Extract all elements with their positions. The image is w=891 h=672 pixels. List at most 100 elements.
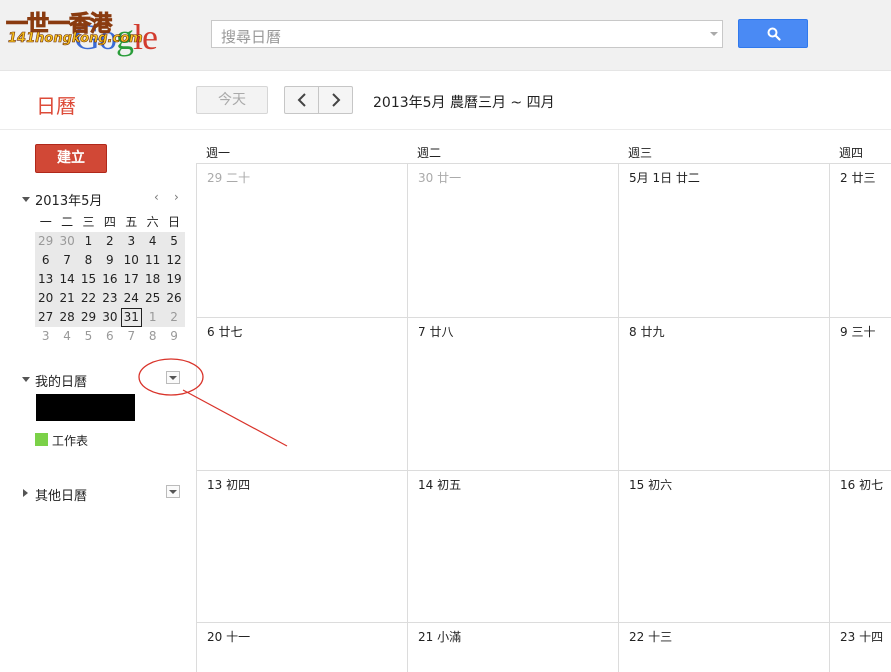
day-label[interactable]: 2 廿三 xyxy=(840,169,875,186)
mini-day[interactable]: 21 xyxy=(56,289,77,308)
mini-day[interactable]: 7 xyxy=(56,251,77,270)
mini-day[interactable]: 31 xyxy=(120,308,142,327)
mini-day[interactable]: 2 xyxy=(163,308,184,327)
mini-day[interactable]: 16 xyxy=(99,270,120,289)
mini-day[interactable]: 8 xyxy=(78,251,99,270)
mini-day[interactable]: 2 xyxy=(99,232,120,251)
day-label[interactable]: 22 十三 xyxy=(629,628,672,645)
day-label[interactable]: 21 小滿 xyxy=(418,628,461,645)
mini-day[interactable]: 15 xyxy=(78,270,99,289)
mini-day[interactable]: 18 xyxy=(142,270,163,289)
month-day-cell[interactable]: 20 十一 xyxy=(196,623,407,672)
expand-triangle-icon xyxy=(23,489,28,497)
other-calendars-header[interactable]: 其他日曆 xyxy=(22,485,190,504)
month-day-cell[interactable]: 5月 1日 廿二 xyxy=(618,164,829,317)
mini-day[interactable]: 23 xyxy=(99,289,120,308)
mini-day[interactable]: 13 xyxy=(35,270,56,289)
google-logo[interactable]: Gogle 一世一香港 141hongkong.com xyxy=(4,6,157,58)
day-label[interactable]: 16 初七 xyxy=(840,476,883,493)
day-label[interactable]: 9 三十 xyxy=(840,323,875,340)
mini-day[interactable]: 24 xyxy=(121,289,142,308)
mini-day[interactable]: 4 xyxy=(142,232,163,251)
mini-day[interactable]: 11 xyxy=(142,251,163,270)
day-label[interactable]: 7 廿八 xyxy=(418,323,453,340)
day-label[interactable]: 30 廿一 xyxy=(418,169,461,186)
mini-day[interactable]: 9 xyxy=(99,251,120,270)
mini-day[interactable]: 29 xyxy=(78,308,99,327)
month-day-cell[interactable]: 14 初五 xyxy=(407,471,618,622)
day-label[interactable]: 5月 1日 廿二 xyxy=(629,169,700,186)
mini-day[interactable]: 3 xyxy=(121,232,142,251)
day-label[interactable]: 8 廿九 xyxy=(629,323,664,340)
calendar-color-swatch[interactable] xyxy=(35,433,48,446)
day-label[interactable]: 13 初四 xyxy=(207,476,250,493)
search-input[interactable]: 搜尋日曆 xyxy=(211,20,723,48)
mini-day[interactable]: 12 xyxy=(163,251,184,270)
mini-day[interactable]: 6 xyxy=(99,327,120,346)
month-day-cell[interactable]: 29 二十 xyxy=(196,164,407,317)
day-label[interactable]: 20 十一 xyxy=(207,628,250,645)
mini-day[interactable]: 28 xyxy=(56,308,77,327)
mini-day[interactable]: 8 xyxy=(142,327,163,346)
month-day-cell[interactable]: 8 廿九 xyxy=(618,318,829,470)
search-button[interactable] xyxy=(738,19,808,48)
my-calendars-header[interactable]: 我的日曆 xyxy=(22,371,190,390)
mini-week-row: 20 21 22 23 24 25 26 xyxy=(35,289,185,308)
month-day-cell[interactable]: 13 初四 xyxy=(196,471,407,622)
mini-day[interactable]: 7 xyxy=(121,327,142,346)
prev-period-button[interactable] xyxy=(285,87,319,113)
day-label[interactable]: 29 二十 xyxy=(207,169,250,186)
mini-day[interactable]: 14 xyxy=(56,270,77,289)
month-day-cell[interactable]: 2 廿三 xyxy=(829,164,891,317)
mini-day[interactable]: 22 xyxy=(78,289,99,308)
month-day-cell[interactable]: 7 廿八 xyxy=(407,318,618,470)
mini-day[interactable]: 25 xyxy=(142,289,163,308)
day-label[interactable]: 15 初六 xyxy=(629,476,672,493)
mini-day[interactable]: 6 xyxy=(35,251,56,270)
month-day-cell[interactable]: 23 十四 xyxy=(829,623,891,672)
mini-day[interactable]: 30 xyxy=(56,232,77,251)
other-calendars-menu-button[interactable] xyxy=(166,485,180,498)
chevron-right-icon xyxy=(332,93,341,107)
mini-day[interactable]: 10 xyxy=(121,251,142,270)
mini-dow: 一 xyxy=(39,215,52,229)
mini-day[interactable]: 17 xyxy=(121,270,142,289)
next-period-button[interactable] xyxy=(319,87,353,113)
collapse-triangle-icon[interactable] xyxy=(22,197,30,202)
mini-day[interactable]: 3 xyxy=(35,327,56,346)
calendar-name: 工作表 xyxy=(52,434,89,448)
chevron-left-icon xyxy=(297,93,306,107)
month-day-cell[interactable]: 30 廿一 xyxy=(407,164,618,317)
month-day-cell[interactable]: 21 小滿 xyxy=(407,623,618,672)
day-label[interactable]: 6 廿七 xyxy=(207,323,242,340)
create-event-button[interactable]: 建立 xyxy=(35,144,107,173)
date-range-label: 2013年5月 農曆三月 ~ 四月 xyxy=(373,95,555,111)
mini-day[interactable]: 29 xyxy=(35,232,56,251)
my-calendars-menu-button[interactable] xyxy=(166,371,180,384)
mini-day[interactable]: 5 xyxy=(78,327,99,346)
mini-day[interactable]: 30 xyxy=(99,308,120,327)
day-label[interactable]: 14 初五 xyxy=(418,476,461,493)
mini-day[interactable]: 26 xyxy=(163,289,184,308)
mini-calendar-title[interactable]: 2013年5月 xyxy=(35,190,102,209)
today-button[interactable]: 今天 xyxy=(196,86,268,114)
mini-day[interactable]: 20 xyxy=(35,289,56,308)
mini-day[interactable]: 9 xyxy=(163,327,184,346)
mini-day[interactable]: 4 xyxy=(56,327,77,346)
mini-day[interactable]: 19 xyxy=(163,270,184,289)
watermark-bottom: 141hongkong.com xyxy=(8,31,143,47)
month-day-cell[interactable]: 22 十三 xyxy=(618,623,829,672)
month-day-cell[interactable]: 6 廿七 xyxy=(196,318,407,470)
search-options-chevron-icon[interactable] xyxy=(710,32,718,36)
day-label[interactable]: 23 十四 xyxy=(840,628,883,645)
mini-day[interactable]: 1 xyxy=(142,308,163,327)
month-day-cell[interactable]: 15 初六 xyxy=(618,471,829,622)
month-day-cell[interactable]: 16 初七 xyxy=(829,471,891,622)
mini-prev-month-icon[interactable]: ‹ xyxy=(154,190,159,204)
month-dow: 週三 xyxy=(628,146,653,160)
mini-next-month-icon[interactable]: › xyxy=(174,190,179,204)
mini-day[interactable]: 1 xyxy=(78,232,99,251)
mini-day[interactable]: 27 xyxy=(35,308,56,327)
month-day-cell[interactable]: 9 三十 xyxy=(829,318,891,470)
mini-day[interactable]: 5 xyxy=(163,232,184,251)
